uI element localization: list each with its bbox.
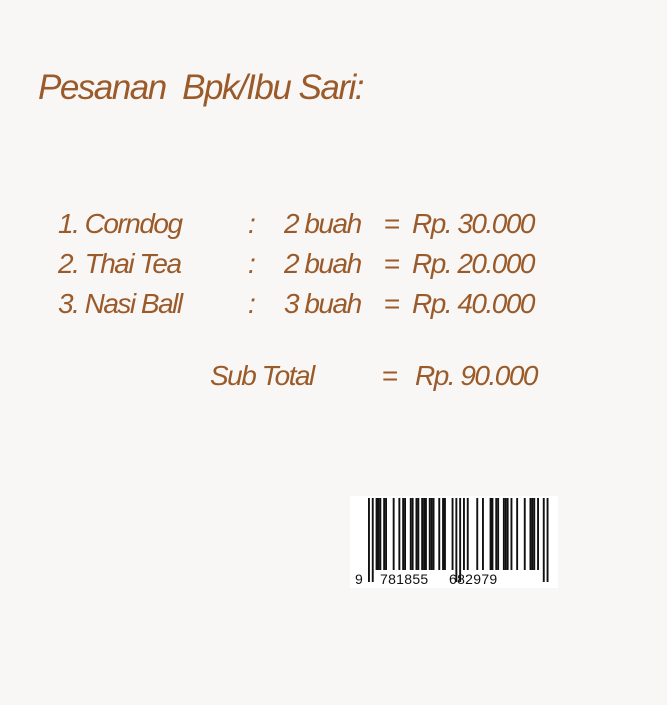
item-quantity: 2 buah xyxy=(284,248,362,279)
subtotal-value: Rp. 90.000 xyxy=(415,360,539,391)
barcode-guard-bar xyxy=(371,498,374,582)
barcode-bar xyxy=(425,498,427,570)
item-equals: = xyxy=(384,208,400,239)
barcode-bar xyxy=(409,498,412,570)
barcode-bar xyxy=(383,498,386,570)
item-price: Rp. 20.000 xyxy=(412,248,536,279)
item-equals: = xyxy=(384,288,400,319)
item-quantity: 2 buah xyxy=(284,208,362,239)
barcode-bar xyxy=(537,498,539,570)
item-separator: : xyxy=(248,208,256,239)
barcode-bar xyxy=(415,498,418,570)
barcode-bar xyxy=(533,498,536,570)
barcode-guard-bar xyxy=(455,498,458,582)
barcode-left-digits: 781855 xyxy=(380,571,429,587)
barcode-bar xyxy=(432,498,435,570)
barcode-bar xyxy=(379,498,382,570)
item-equals: = xyxy=(384,248,400,279)
barcode-bar xyxy=(504,498,507,570)
barcode-guard-bar xyxy=(546,498,549,582)
barcode-bar xyxy=(489,498,492,570)
barcode-bar xyxy=(430,498,433,570)
subtotal-equals: = xyxy=(382,360,398,391)
barcode-right-digits: 682979 xyxy=(449,571,498,587)
barcode-bar xyxy=(398,498,401,570)
barcode-bar xyxy=(531,498,534,570)
page-title: Pesanan Bpk/Ibu Sari: xyxy=(38,68,365,107)
item-separator: : xyxy=(248,288,256,319)
barcode-bar xyxy=(476,498,479,570)
barcode-bar xyxy=(482,498,484,570)
barcode-bar xyxy=(385,498,387,570)
barcode-bar xyxy=(495,498,498,570)
barcode-bar xyxy=(516,498,519,570)
barcode: 9 781855 682979 xyxy=(350,496,558,588)
barcode-bar xyxy=(417,498,420,570)
item-name: 1. Corndog xyxy=(58,208,183,239)
barcode-guard-bar xyxy=(459,498,462,582)
barcode-bar xyxy=(463,498,465,570)
barcode-bar xyxy=(377,498,380,570)
barcode-bar xyxy=(428,498,431,570)
barcode-bar xyxy=(442,498,444,570)
barcode-bar xyxy=(423,498,425,570)
barcode-bar xyxy=(523,498,526,570)
item-price: Rp. 30.000 xyxy=(412,208,536,239)
barcode-bar xyxy=(497,498,500,570)
barcode-bar xyxy=(510,498,513,570)
barcode-bar xyxy=(402,498,405,570)
barcode-bar xyxy=(529,498,532,570)
barcode-bar xyxy=(375,498,378,570)
barcode-bar xyxy=(451,498,454,570)
subtotal-label: Sub Total xyxy=(210,360,315,391)
barcode-bar xyxy=(411,498,414,570)
barcode-bar xyxy=(444,498,446,570)
barcode-bar xyxy=(421,498,424,570)
item-price: Rp. 40.000 xyxy=(412,288,536,319)
barcode-bar xyxy=(392,498,395,570)
item-separator: : xyxy=(248,248,256,279)
barcode-bar xyxy=(466,498,469,570)
barcode-bar xyxy=(404,498,406,570)
barcode-bar xyxy=(491,498,494,570)
item-name: 2. Thai Tea xyxy=(58,248,182,279)
barcode-guard-bar xyxy=(542,498,545,582)
item-name: 3. Nasi Ball xyxy=(58,288,183,319)
barcode-bar xyxy=(502,498,505,570)
barcode-bar xyxy=(506,498,509,570)
item-quantity: 3 buah xyxy=(284,288,362,319)
barcode-guard-bar xyxy=(368,498,370,582)
barcode-bar xyxy=(438,498,441,570)
barcode-first-digit: 9 xyxy=(355,571,364,587)
